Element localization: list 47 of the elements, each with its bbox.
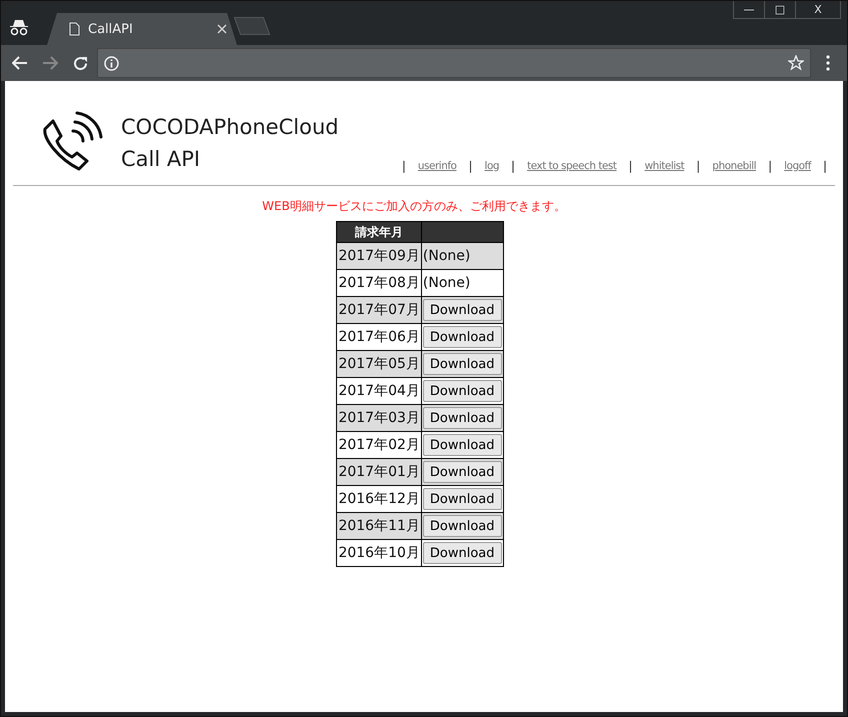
- download-button[interactable]: Download: [422, 488, 502, 510]
- month-cell: 2017年07月: [336, 296, 422, 324]
- nav-separator: |: [696, 159, 700, 173]
- month-cell: 2017年03月: [336, 404, 422, 432]
- tab-title: CallAPI: [88, 22, 134, 36]
- download-button[interactable]: Download: [422, 542, 502, 564]
- menu-icon[interactable]: [826, 55, 830, 71]
- download-button[interactable]: Download: [422, 461, 502, 483]
- month-cell: 2017年05月: [336, 350, 422, 378]
- close-icon[interactable]: [217, 24, 227, 34]
- nav-link[interactable]: log: [484, 160, 500, 172]
- download-button[interactable]: Download: [422, 299, 502, 321]
- status-cell: (None): [421, 242, 504, 270]
- info-icon: [104, 56, 119, 70]
- nav-link[interactable]: userinfo: [418, 160, 456, 172]
- month-cell: 2017年09月: [336, 242, 422, 270]
- star-icon[interactable]: [788, 55, 804, 71]
- close-button[interactable]: X: [795, 1, 840, 18]
- reload-icon[interactable]: [72, 56, 88, 70]
- download-button[interactable]: Download: [422, 353, 502, 375]
- nav-separator: |: [511, 159, 516, 173]
- site-title: COCODAPhoneCloud: [121, 114, 339, 141]
- back-icon[interactable]: [12, 56, 28, 70]
- download-button[interactable]: Download: [422, 380, 502, 402]
- month-cell: 2016年10月: [336, 540, 422, 566]
- download-button[interactable]: Download: [422, 434, 502, 456]
- download-button[interactable]: Download: [422, 515, 502, 537]
- page-icon: [69, 22, 80, 36]
- month-cell: 2017年01月: [336, 458, 422, 486]
- site-subtitle: Call API: [121, 146, 202, 173]
- notice-text: WEB明細サービスにご加入の方のみ、ご利用できます。: [261, 198, 567, 215]
- minimize-button[interactable]: —: [734, 1, 764, 18]
- nav-separator: |: [628, 159, 633, 173]
- nav-link[interactable]: logoff: [784, 160, 811, 172]
- nav-separator: |: [768, 159, 772, 173]
- month-cell: 2016年11月: [336, 512, 422, 540]
- nav-link[interactable]: phonebill: [712, 160, 756, 172]
- nav-separator: |: [468, 159, 473, 173]
- nav-separator: |: [822, 159, 827, 173]
- nav-separator: |: [402, 159, 406, 173]
- column-header: 請求年月: [336, 222, 422, 242]
- download-button[interactable]: Download: [422, 407, 502, 429]
- maximize-button[interactable]: □: [764, 1, 795, 18]
- download-button[interactable]: Download: [422, 326, 502, 348]
- nav-link[interactable]: text to speech test: [527, 160, 617, 172]
- browser-tab[interactable]: CallAPI: [47, 13, 237, 45]
- nav-link[interactable]: whitelist: [644, 160, 684, 172]
